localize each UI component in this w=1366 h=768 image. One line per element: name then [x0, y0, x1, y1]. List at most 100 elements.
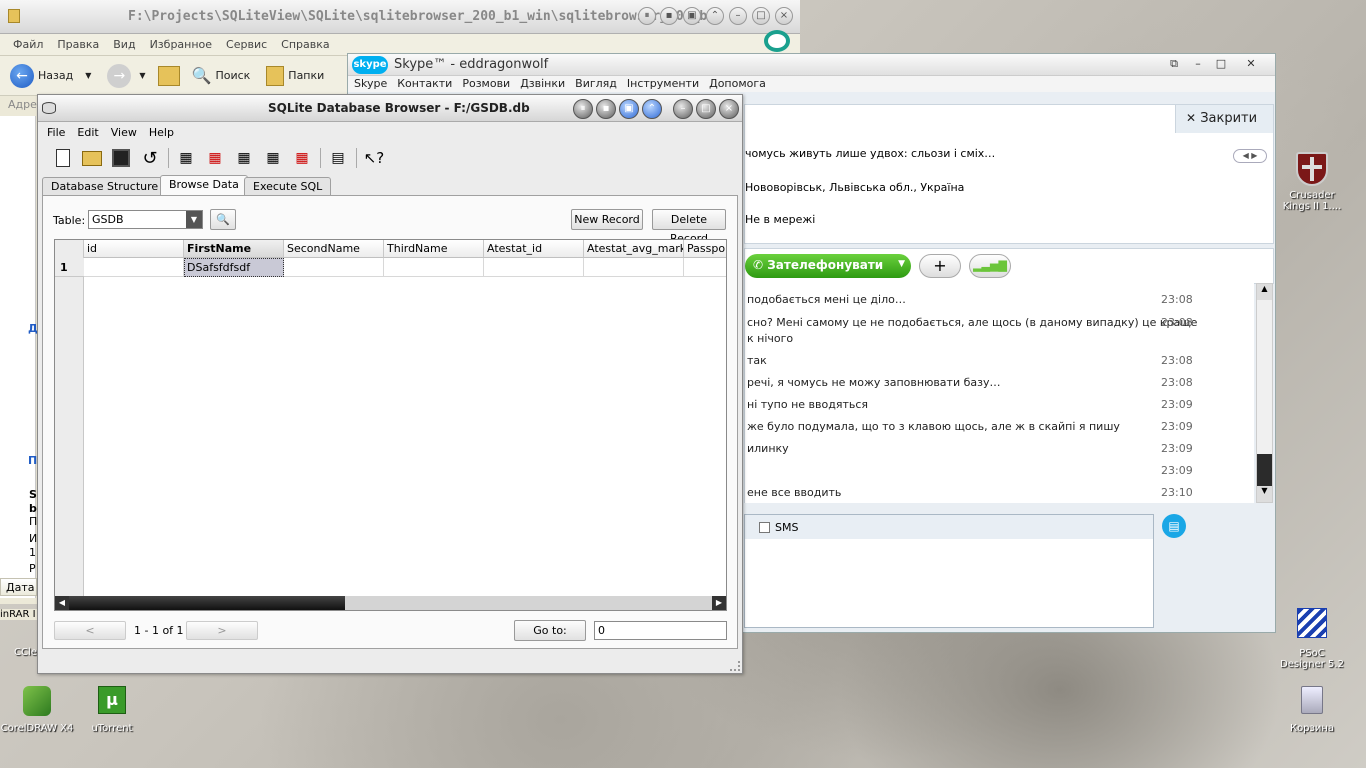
minimize-icon[interactable]: –: [1188, 57, 1208, 71]
chat-scrollbar[interactable]: ▲ ▼: [1256, 283, 1273, 503]
minimize-icon[interactable]: –: [673, 99, 693, 119]
menu-view[interactable]: View: [105, 126, 143, 139]
maximize-icon[interactable]: □: [696, 99, 716, 119]
table-cell[interactable]: [384, 258, 484, 277]
table-cell[interactable]: [284, 258, 384, 277]
explorer-titlebar[interactable]: F:\Projects\SQLiteView\SQLite\sqlitebrow…: [0, 0, 800, 34]
pin-icon[interactable]: ⏸: [638, 7, 656, 25]
rollup-icon[interactable]: ⌃: [642, 99, 662, 119]
whats-this-icon[interactable]: ↖?: [363, 147, 385, 169]
table-cell[interactable]: [484, 258, 584, 277]
new-database-icon[interactable]: [52, 147, 74, 169]
row-number[interactable]: 1: [55, 258, 84, 277]
close-icon[interactable]: ×: [719, 99, 739, 119]
new-record-button[interactable]: New Record: [571, 209, 643, 230]
skype-titlebar[interactable]: skype Skype™ - eddragonwolf ⧉ – □ ✕: [348, 54, 1275, 76]
column-header-firstname[interactable]: FirstName: [184, 240, 284, 258]
search-button[interactable]: 🔍: [210, 209, 236, 230]
column-header-secondname[interactable]: SecondName: [284, 240, 384, 258]
folders-button[interactable]: Папки: [266, 65, 324, 86]
call-button[interactable]: ✆ Зателефонувати ▼: [745, 254, 911, 278]
menu-skype[interactable]: Skype: [354, 76, 387, 92]
column-header-passport[interactable]: Passpor: [684, 240, 726, 258]
minimize-icon[interactable]: –: [729, 7, 747, 25]
sms-checkbox[interactable]: [759, 522, 770, 533]
table-cell[interactable]: [84, 258, 184, 277]
create-index-icon[interactable]: ▦: [262, 147, 284, 169]
menu-view[interactable]: Вид: [106, 38, 142, 51]
open-database-icon[interactable]: [81, 147, 103, 169]
menu-help[interactable]: Справка: [274, 38, 336, 51]
scroll-down-icon[interactable]: ▼: [1257, 486, 1272, 502]
search-button[interactable]: 🔍 Поиск: [192, 66, 251, 85]
message-input-box[interactable]: SMS: [744, 514, 1154, 628]
close-conversation-button[interactable]: ✕ Закрити: [1175, 105, 1273, 133]
add-button[interactable]: +: [919, 254, 961, 278]
desktop-icon-crusader-kings[interactable]: Crusader Kings II 1....: [1282, 152, 1342, 222]
tab-browse-data[interactable]: Browse Data: [160, 175, 248, 196]
table-cell[interactable]: [584, 258, 684, 277]
table-cell-selected[interactable]: DSafsfdfsdf: [184, 258, 284, 277]
up-folder-button[interactable]: [157, 65, 180, 86]
delete-record-button[interactable]: Delete Record: [652, 209, 726, 245]
goto-button[interactable]: Go to:: [514, 620, 586, 641]
pin-icon[interactable]: ⏸: [573, 99, 593, 119]
delete-table-icon[interactable]: ▦: [204, 147, 226, 169]
next-page-button[interactable]: >: [186, 621, 258, 640]
menu-help[interactable]: Help: [143, 126, 180, 139]
sqlite-titlebar[interactable]: SQLite Database Browser - F:/GSDB.db ⏸ ▪…: [38, 95, 742, 122]
back-button[interactable]: ← Назад ▼: [10, 63, 91, 88]
scroll-left-icon[interactable]: ◀: [55, 596, 69, 610]
scroll-right-icon[interactable]: ▶: [712, 596, 726, 610]
profile-nav-arrows[interactable]: ◀ ▶: [1233, 149, 1267, 163]
scroll-thumb[interactable]: [69, 596, 345, 610]
menu-edit[interactable]: Edit: [71, 126, 104, 139]
maximize-icon[interactable]: □: [752, 7, 770, 25]
table-select[interactable]: GSDB ▼: [88, 210, 203, 229]
tab-database-structure[interactable]: Database Structure: [42, 177, 168, 195]
create-table-icon[interactable]: ▦: [175, 147, 197, 169]
window-icon[interactable]: ▣: [619, 99, 639, 119]
rollup-icon[interactable]: ⌃: [706, 7, 724, 25]
restore-icon[interactable]: ⧉: [1164, 57, 1184, 71]
close-icon[interactable]: ×: [775, 7, 793, 25]
menu-calls[interactable]: Дзвінки: [520, 76, 565, 92]
column-header-atestat-avg-mark[interactable]: Atestat_avg_mark: [584, 240, 684, 258]
menu-tools[interactable]: Інструменти: [627, 76, 699, 92]
tab-execute-sql[interactable]: Execute SQL: [244, 177, 332, 195]
date-column-header[interactable]: Дата: [0, 578, 37, 596]
menu-help[interactable]: Допомога: [709, 76, 766, 92]
sql-log-icon[interactable]: ▤: [327, 147, 349, 169]
menu-tools[interactable]: Сервис: [219, 38, 274, 51]
window-icon[interactable]: ▣: [683, 7, 701, 25]
desktop-icon-recycle-bin[interactable]: Корзина: [1284, 686, 1340, 736]
delete-index-icon[interactable]: ▦: [291, 147, 313, 169]
menu-file[interactable]: Файл: [6, 38, 50, 51]
call-quality-button[interactable]: ▂▃▅▇: [969, 254, 1011, 278]
modify-table-icon[interactable]: ▦: [233, 147, 255, 169]
close-icon[interactable]: ✕: [1241, 57, 1261, 71]
menu-edit[interactable]: Правка: [50, 38, 106, 51]
menu-view[interactable]: Вигляд: [575, 76, 617, 92]
undo-icon[interactable]: ↺: [139, 147, 161, 169]
menu-conversations[interactable]: Розмови: [462, 76, 510, 92]
scroll-up-icon[interactable]: ▲: [1257, 284, 1272, 300]
column-header-atestat-id[interactable]: Atestat_id: [484, 240, 584, 258]
data-grid[interactable]: id FirstName SecondName ThirdName Atesta…: [54, 239, 727, 611]
maximize-icon[interactable]: □: [1211, 57, 1231, 71]
horizontal-scrollbar[interactable]: ◀ ▶: [55, 596, 726, 610]
forward-button[interactable]: → ▼: [107, 63, 146, 88]
sqlite-browser-window[interactable]: SQLite Database Browser - F:/GSDB.db ⏸ ▪…: [37, 94, 743, 674]
desktop-icon-psoc-designer[interactable]: PSoC Designer 5.2: [1276, 608, 1348, 678]
emoticon-button[interactable]: ▤: [1162, 514, 1186, 538]
goto-input[interactable]: 0: [594, 621, 727, 640]
previous-page-button[interactable]: <: [54, 621, 126, 640]
desktop-icon-utorrent[interactable]: µ uTorrent: [82, 686, 142, 736]
menu-file[interactable]: File: [41, 126, 71, 139]
menu-contacts[interactable]: Контакти: [397, 76, 452, 92]
column-header-thirdname[interactable]: ThirdName: [384, 240, 484, 258]
resize-grip-icon[interactable]: [730, 661, 740, 671]
tray-icon[interactable]: ▪: [596, 99, 616, 119]
column-header-id[interactable]: id: [84, 240, 184, 258]
menu-favorites[interactable]: Избранное: [143, 38, 219, 51]
